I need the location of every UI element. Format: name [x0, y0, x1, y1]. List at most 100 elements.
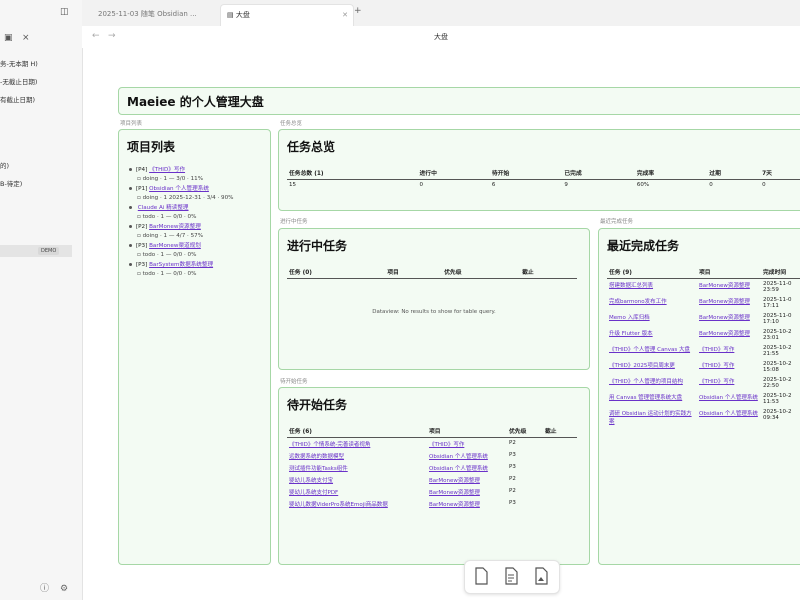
priority-cell: P2 [509, 440, 516, 446]
task-cell: 搭建数据汇总列表 [607, 279, 697, 296]
tab-bar: 2025-11-03 随笔 Obsidian ... ▤ 大盘 ✕ + [82, 0, 800, 27]
project-cell: BarMonew资源整理 [697, 279, 761, 296]
project-link[interactable]: 《THID》写作 [699, 347, 734, 353]
project-link[interactable]: BarMonew资源整理 [149, 224, 201, 230]
project-link[interactable]: Obsidian 个人管理系统 [429, 454, 488, 460]
project-item: [P4] 《THID》写作 ▫ doing · 1 — 3/0 · 11% [129, 166, 269, 184]
task-cell: 《THID》2025项目周末更 [607, 359, 697, 375]
sidebar-item[interactable]: 有截止日期) [0, 94, 35, 104]
task-link[interactable]: 婴幼儿数据ViderPro系统Emoji商品数据 [289, 502, 388, 508]
sidebar: ▣ ⨯ 务-无本期 H) -无截止日期) 有截止日期) 的) B-待定) DEM… [0, 0, 83, 600]
add-card-icon[interactable] [473, 567, 489, 585]
tab-note[interactable]: 2025-11-03 随笔 Obsidian ... [94, 4, 222, 26]
table-row: 婴幼儿数据ViderPro系统Emoji商品数据 BarMonew资源整理 P3 [287, 498, 577, 510]
project-priority: [P4] [136, 167, 148, 173]
project-link[interactable]: BarMonew资源整理 [429, 502, 480, 508]
settings-icon[interactable]: ⚙ [60, 584, 68, 594]
task-link[interactable]: 用 Canvas 管理管理系统大盘 [609, 395, 682, 401]
task-cell: 《THID》个情系统-完善读者视角 [287, 438, 427, 451]
task-cell: 《THID》个人管理的项目结构 [607, 375, 697, 391]
dashboard-title-panel: Maeiee 的个人管理大盘 [118, 87, 800, 115]
project-link[interactable]: BarMonew资源整理 [699, 299, 750, 305]
sidebar-item[interactable]: -无截止日期) [0, 76, 37, 86]
project-link[interactable]: BarSystem数据系统整理 [149, 262, 213, 268]
recent-done-panel: 最近完成任务 任务 (9) 项目 完成时间 搭建数据汇总列表 BarMonew资源… [598, 228, 800, 565]
table-cell: 0 [762, 182, 766, 188]
in-progress-table: 任务 (0) 项目 优先级 截止 [287, 265, 577, 279]
sidebar-toggle-icon[interactable]: ◫ [60, 7, 69, 17]
document-title: 大盘 [434, 33, 448, 41]
priority-cell: P2 [509, 476, 516, 482]
add-note-icon[interactable] [503, 567, 519, 585]
project-link[interactable]: 《THID》写作 [429, 442, 464, 448]
project-cell: BarMonew资源整理 [697, 311, 761, 327]
table-cell: 9 [564, 182, 568, 188]
todo-rows: 《THID》个情系统-完善读者视角 《THID》写作 P2 远数据系统的数据模型 Obs… [287, 438, 577, 511]
time-cell: 2025-10-2 11:53 [763, 393, 792, 405]
project-status-text: doing · 1 — 4/7 · 57% [142, 233, 204, 239]
new-folder-icon[interactable]: ▣ [4, 33, 13, 43]
project-priority: [P2] [136, 224, 148, 230]
column-header: 优先级 [442, 265, 521, 279]
project-link[interactable]: BarMonew渠道规划 [149, 243, 201, 249]
task-link[interactable]: 测试插件功能Tasks组件 [289, 466, 348, 472]
project-item: [P2] BarMonew资源整理 ▫ doing · 1 — 4/7 · 57% [129, 223, 269, 241]
table-row: Memo 入库归档 BarMonew资源整理 2025-11-0 17:10 [607, 311, 800, 327]
task-link[interactable]: 婴幼儿系统支付宝 [289, 478, 333, 484]
overview-table: 任务总数 (1) 进行中 待开始 已完成 完成率 过期 7天 15 0 6 9 … [287, 166, 800, 190]
task-link[interactable]: 《THID》个人管理 Canvas 大盘 [609, 347, 690, 353]
column-header: 项目 [697, 265, 761, 279]
new-tab-icon[interactable]: + [354, 6, 362, 16]
project-link[interactable]: BarMonew资源整理 [429, 478, 480, 484]
bullet [129, 225, 132, 228]
project-link[interactable]: BarMonew资源整理 [699, 315, 750, 321]
demo-badge: DEMO [38, 247, 60, 255]
project-link[interactable]: Claude Ai 精读整理 [138, 205, 189, 211]
project-link[interactable]: 《THID》写作 [699, 363, 734, 369]
project-link[interactable]: BarMonew资源整理 [699, 283, 750, 289]
collapse-icon[interactable]: ⨯ [22, 33, 30, 43]
project-link[interactable]: Obsidian 个人管理系统 [429, 466, 488, 472]
task-link[interactable]: 调研 Obsidian 运动计划的实践方案 [609, 411, 692, 425]
column-header: 任务 (9) [607, 265, 697, 279]
bullet [129, 244, 132, 247]
task-link[interactable]: Memo 入库归档 [609, 315, 650, 321]
add-media-icon[interactable] [533, 567, 549, 585]
project-link[interactable]: BarMonew资源整理 [699, 331, 750, 337]
sidebar-item-selected[interactable]: DEMO [0, 245, 72, 257]
recent-done-rows: 搭建数据汇总列表 BarMonew资源整理 2025-11-0 23:59 完成bar… [607, 279, 800, 428]
project-link[interactable]: 《THID》写作 [699, 379, 734, 385]
task-link[interactable]: 《THID》2025项目周末更 [609, 363, 675, 369]
task-cell: 婴幼儿系统支付宝 [287, 474, 427, 486]
table-header-row: 任务 (0) 项目 优先级 截止 [287, 265, 577, 279]
time-cell: 2025-10-2 09:34 [763, 409, 792, 421]
empty-results-message: Dataview: No results to show for table q… [372, 309, 496, 315]
sidebar-item[interactable]: B-待定) [0, 178, 22, 188]
project-link[interactable]: 《THID》写作 [149, 167, 185, 173]
task-link[interactable]: 升级 Flutter 版本 [609, 331, 653, 337]
recent-done-heading: 最近完成任务 [607, 239, 680, 253]
project-cell: BarMonew资源整理 [697, 295, 761, 311]
task-link[interactable]: 《THID》个情系统-完善读者视角 [289, 442, 370, 448]
table-row: 测试插件功能Tasks组件 Obsidian 个人管理系统 P3 [287, 462, 577, 474]
help-icon[interactable]: ⓘ [40, 581, 49, 594]
task-link[interactable]: 远数据系统的数据模型 [289, 454, 344, 460]
close-tab-icon[interactable]: ✕ [342, 5, 348, 25]
bullet [129, 187, 132, 190]
task-link[interactable]: 完成barmono发布工作 [609, 299, 667, 305]
time-cell: 2025-11-0 23:59 [763, 281, 792, 293]
project-link[interactable]: BarMonew资源整理 [429, 490, 480, 496]
time-cell: 2025-11-0 17:11 [763, 297, 792, 309]
project-link[interactable]: Obsidian 个人管理系统 [699, 395, 758, 401]
task-link[interactable]: 搭建数据汇总列表 [609, 283, 653, 289]
priority-cell: P2 [509, 488, 516, 494]
column-header: 截止 [543, 424, 577, 438]
project-link[interactable]: Obsidian 个人管理系统 [699, 411, 758, 417]
table-row: 《THID》个人管理的项目结构 《THID》写作 2025-10-2 22:50 [607, 375, 800, 391]
task-link[interactable]: 《THID》个人管理的项目结构 [609, 379, 683, 385]
sidebar-item[interactable]: 的) [0, 160, 9, 170]
tab-dashboard[interactable]: ▤ 大盘 ✕ [220, 4, 354, 27]
sidebar-item[interactable]: 务-无本期 H) [0, 58, 38, 68]
project-link[interactable]: Obsidian 个人管理系统 [149, 186, 209, 192]
task-link[interactable]: 婴幼儿系统支付PDF [289, 490, 338, 496]
